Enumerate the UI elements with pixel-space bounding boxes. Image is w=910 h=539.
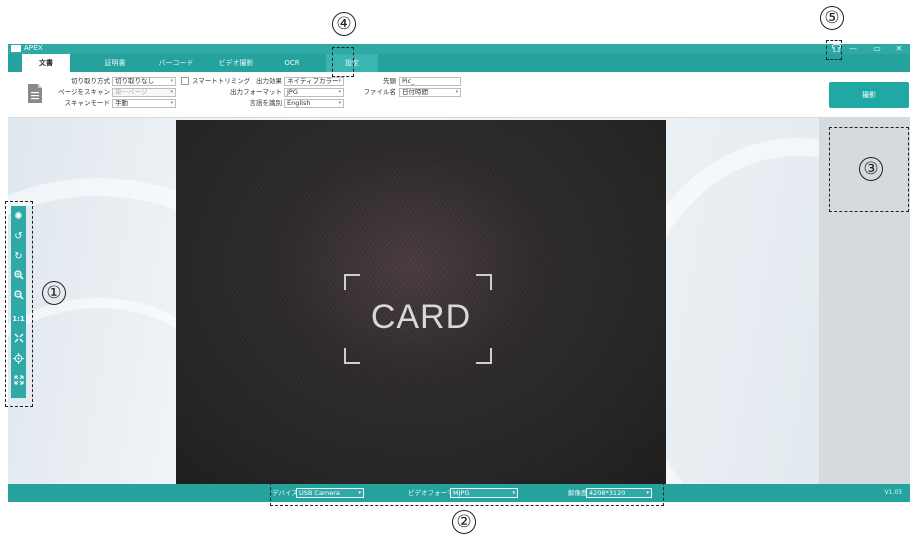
output-effect-label: 出力効果 xyxy=(256,77,282,85)
prefix-label: 先頭 xyxy=(383,77,396,85)
scan-mode-select[interactable]: 手動 ▾ xyxy=(112,99,176,108)
callout-box-left-toolbar xyxy=(5,201,33,407)
close-button[interactable]: ✕ xyxy=(892,44,906,54)
tab-barcode[interactable]: バーコード xyxy=(148,54,204,72)
maximize-button[interactable]: ▭ xyxy=(870,44,884,54)
frame-corner-top-left xyxy=(344,274,360,290)
tab-certificate[interactable]: 証明書 xyxy=(87,54,143,72)
document-icon xyxy=(28,84,42,103)
prefix-input[interactable]: Pic_ xyxy=(399,77,461,86)
callout-2: ② xyxy=(452,510,476,534)
output-format-select[interactable]: JPG ▾ xyxy=(284,88,344,97)
filename-label: ファイル名 xyxy=(363,88,397,96)
filename-select[interactable]: 日付時間 ▾ xyxy=(399,88,461,97)
tab-ocr[interactable]: OCR xyxy=(264,54,320,72)
language-select[interactable]: English ▾ xyxy=(284,99,344,108)
callout-3: ③ xyxy=(859,157,883,181)
app-title: APEX xyxy=(24,45,43,52)
language-label: 言語を識別 xyxy=(249,99,283,107)
scan-mode-label: スキャンモード xyxy=(64,99,111,107)
options-toolbar: 切り取り方式 切り取りなし ▾ ページをスキャン 単一ページ ▾ スキャンモード 手… xyxy=(8,72,910,118)
callout-5: ⑤ xyxy=(820,6,844,30)
crop-mode-select[interactable]: 切り取りなし ▾ xyxy=(112,77,176,86)
app-logo xyxy=(11,45,21,52)
frame-corner-top-right xyxy=(476,274,492,290)
page-scan-label: ページをスキャン xyxy=(58,88,110,96)
tab-video[interactable]: ビデオ撮影 xyxy=(208,54,264,72)
callout-4: ④ xyxy=(332,12,356,36)
callout-1: ① xyxy=(42,281,66,305)
tab-bar: 文書 証明書 バーコード ビデオ撮影 OCR 設定 xyxy=(8,54,910,72)
minimize-button[interactable]: — xyxy=(846,44,860,54)
output-effect-select[interactable]: ネイティブカラー ▾ xyxy=(284,77,344,86)
frame-corner-bottom-right xyxy=(476,348,492,364)
smart-trim-checkbox[interactable] xyxy=(181,77,189,85)
page-scan-select[interactable]: 単一ページ ▾ xyxy=(112,88,176,97)
output-format-label: 出力フォーマット xyxy=(230,88,282,96)
crop-mode-label: 切り取り方式 xyxy=(71,77,110,85)
capture-button[interactable]: 撮影 xyxy=(829,82,909,108)
callout-box-skin-button xyxy=(826,40,842,60)
callout-box-status-bar xyxy=(270,482,664,506)
title-bar: APEX — ▭ ✕ xyxy=(8,43,910,54)
camera-preview[interactable]: CARD xyxy=(176,120,666,486)
card-text: CARD xyxy=(370,298,472,336)
frame-corner-bottom-left xyxy=(344,348,360,364)
version-label: V1.03 xyxy=(884,489,902,496)
tab-document[interactable]: 文書 xyxy=(22,54,70,72)
callout-box-settings-tab xyxy=(332,47,354,77)
